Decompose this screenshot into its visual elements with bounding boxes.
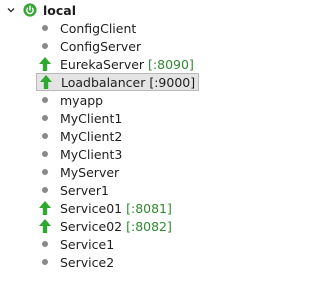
stopped-dot-icon [36, 127, 54, 145]
running-up-arrow-icon [36, 217, 54, 235]
spring-boot-power-icon [23, 3, 37, 17]
running-up-arrow-icon [37, 73, 55, 91]
tree-item-service1[interactable]: Service1 [36, 235, 114, 253]
tree-item-service2[interactable]: Service2 [36, 253, 114, 271]
tree-item-label: Server1 [60, 182, 109, 198]
tree-item-label: ConfigClient [60, 20, 137, 36]
tree-item-label: EurekaServer [60, 56, 145, 72]
stopped-dot-icon [36, 145, 54, 163]
port-label: [:8082] [126, 218, 172, 234]
stopped-dot-icon [36, 109, 54, 127]
running-up-arrow-icon [36, 55, 54, 73]
stopped-dot-icon [36, 19, 54, 37]
tree-item-label: ConfigServer [60, 38, 142, 54]
tree-item-myserver[interactable]: MyServer [36, 163, 119, 181]
tree-item-server1[interactable]: Server1 [36, 181, 109, 199]
tree-item-eurekaserver[interactable]: EurekaServer [:8090] [36, 55, 194, 73]
tree-item-myclient2[interactable]: MyClient2 [36, 127, 122, 145]
chevron-down-icon[interactable] [5, 4, 17, 16]
port-label: [:9000] [149, 74, 196, 90]
tree-item-configserver[interactable]: ConfigServer [36, 37, 141, 55]
tree-item-label: Service01 [60, 200, 123, 216]
port-label: [:8090] [148, 56, 194, 72]
tree-item-label: myapp [60, 92, 104, 108]
running-up-arrow-icon [36, 199, 54, 217]
tree-item-service01[interactable]: Service01 [:8081] [36, 199, 172, 217]
stopped-dot-icon [36, 181, 54, 199]
tree-root-label: local [43, 2, 77, 18]
stopped-dot-icon [36, 37, 54, 55]
stopped-dot-icon [36, 91, 54, 109]
tree-root-local[interactable]: local [5, 1, 76, 19]
tree-item-label: MyServer [60, 164, 120, 180]
tree-item-label: Service1 [60, 236, 115, 252]
tree-item-label: Service02 [60, 218, 123, 234]
tree-item-label: Service2 [60, 254, 115, 270]
tree-item-service02[interactable]: Service02 [:8082] [36, 217, 172, 235]
tree-item-label: MyClient3 [60, 146, 123, 162]
tree-item-myclient1[interactable]: MyClient1 [36, 109, 122, 127]
tree-item-label: Loadbalancer [61, 74, 146, 90]
stopped-dot-icon [36, 163, 54, 181]
port-label: [:8081] [126, 200, 172, 216]
tree-item-label: MyClient1 [60, 110, 123, 126]
tree-item-myclient3[interactable]: MyClient3 [36, 145, 122, 163]
tree-item-loadbalancer[interactable]: Loadbalancer [:9000] [36, 73, 200, 91]
tree-item-configclient[interactable]: ConfigClient [36, 19, 136, 37]
stopped-dot-icon [36, 253, 54, 271]
stopped-dot-icon [36, 235, 54, 253]
tree-item-label: MyClient2 [60, 128, 123, 144]
tree-item-myapp[interactable]: myapp [36, 91, 103, 109]
